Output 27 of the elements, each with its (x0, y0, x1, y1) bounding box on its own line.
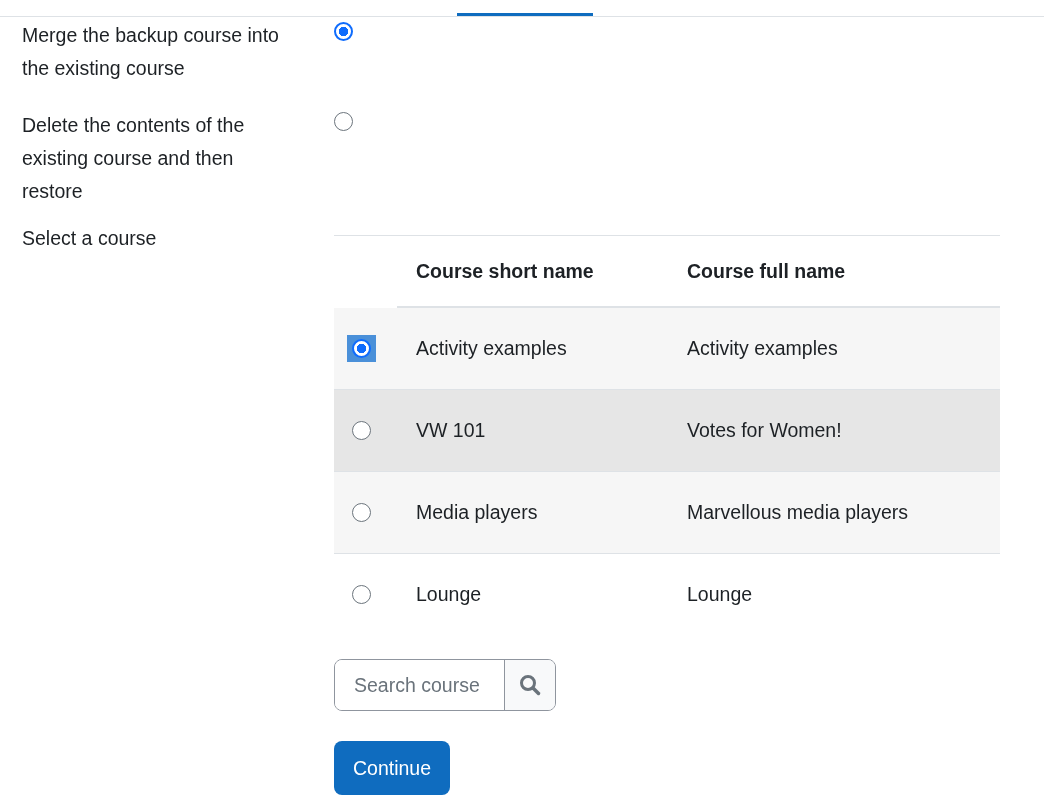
column-header: Course short name (415, 259, 595, 283)
table-row[interactable]: Lounge Lounge (334, 554, 1000, 635)
table-cell: Lounge (687, 583, 753, 606)
radio-button[interactable] (334, 22, 353, 42)
option-label: Delete the contents of the existing course and then restore (22, 113, 246, 204)
field-label: Select a course (22, 226, 158, 251)
table-cell-text: Lounge (416, 583, 483, 606)
table-row[interactable]: Media players Marvellous media players (334, 472, 1000, 554)
radio-button[interactable] (334, 112, 353, 132)
radio-button[interactable] (352, 338, 371, 358)
radio-button[interactable] (352, 584, 371, 604)
table-cell-text: Media players (416, 501, 539, 524)
search-field[interactable]: Search course (334, 659, 556, 711)
radio-button[interactable] (352, 420, 371, 440)
continue-button[interactable]: Continue (334, 741, 451, 795)
option-label: Merge the backup course into the existing course (22, 23, 280, 81)
radio-button[interactable] (352, 502, 371, 522)
table-cell-text: Activity examples (416, 337, 568, 360)
table-cell: Activity examples (687, 337, 838, 360)
table-row[interactable]: VW 101 Votes for Women! (334, 390, 1000, 472)
search-icon (519, 674, 541, 696)
table-row[interactable]: Activity examples Activity examples (334, 308, 1000, 390)
search-button[interactable] (504, 660, 555, 710)
table-cell: Marvellous media players (687, 501, 909, 524)
table-cell: Votes for Women! (687, 419, 842, 442)
column-header: Course full name (687, 259, 846, 283)
table-cell-text: VW 101 (416, 419, 487, 442)
